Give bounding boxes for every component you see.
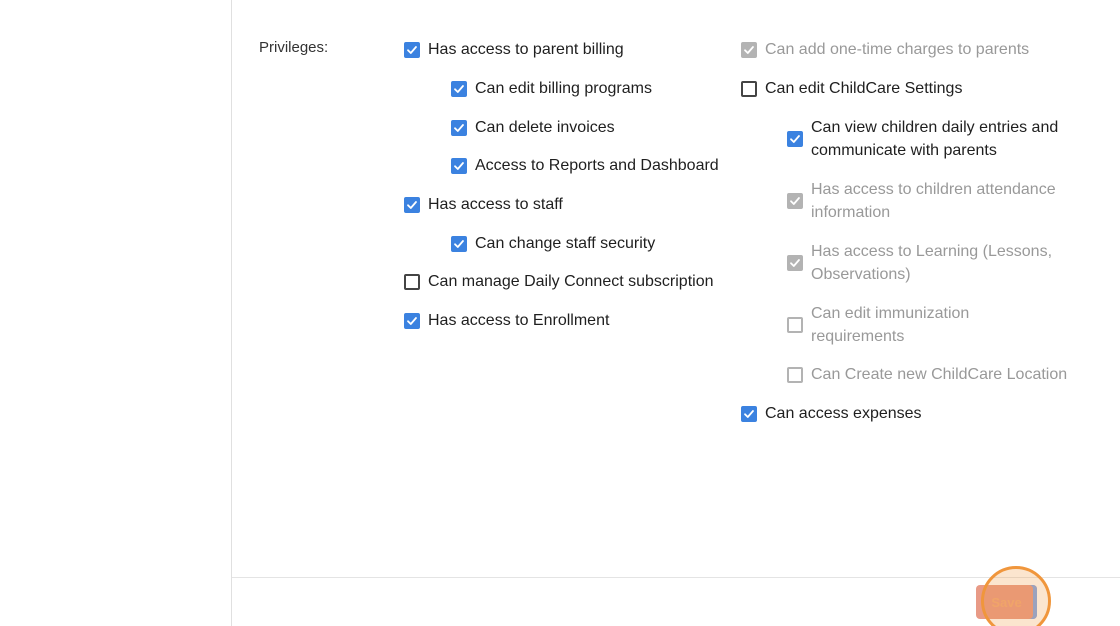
privilege-children-attendance[interactable]: Has access to children attendance informa… (787, 178, 1056, 224)
privilege-can-edit-billing-programs[interactable]: Can edit billing programs (451, 77, 652, 100)
checkbox[interactable] (787, 317, 803, 333)
privilege-has-access-parent-billing[interactable]: Has access to parent billing (404, 38, 624, 61)
privilege-label: Has access to staff (428, 196, 563, 213)
privilege-label: Can add one-time charges to parents (765, 41, 1030, 58)
privileges-label: Privileges: (259, 39, 329, 56)
footer-divider (232, 577, 1120, 578)
privilege-access-reports-dashboard[interactable]: Access to Reports and Dashboard (451, 154, 719, 177)
privilege-access-expenses[interactable]: Can access expenses (741, 402, 922, 425)
checkbox[interactable] (451, 119, 467, 136)
privilege-view-children-daily-entries[interactable]: Can view children daily entries and commu… (787, 116, 1058, 162)
privilege-label: Can manage Daily Connect subscription (428, 273, 714, 290)
privilege-has-access-enrollment[interactable]: Has access to Enrollment (404, 309, 609, 332)
privilege-label: Can edit immunization requirements (811, 305, 970, 345)
privilege-label: Access to Reports and Dashboard (475, 157, 719, 174)
privilege-label: Has access to Enrollment (428, 312, 610, 329)
privilege-access-learning[interactable]: Has access to Learning (Lessons, Observat… (787, 240, 1052, 286)
privilege-label: Can Create new ChildCare Location (811, 366, 1068, 383)
privilege-add-one-time-charges[interactable]: Can add one-time charges to parents (741, 38, 1029, 61)
checkbox[interactable] (787, 366, 803, 383)
save-button-label: Save (991, 594, 1022, 610)
privilege-label: Can view children daily entries and commu… (811, 119, 1059, 159)
checkbox[interactable] (787, 255, 803, 271)
checkbox[interactable] (404, 273, 420, 290)
checkbox[interactable] (451, 235, 467, 252)
privilege-label: Can access expenses (765, 405, 922, 422)
privilege-can-change-staff-security[interactable]: Can change staff security (451, 232, 655, 255)
checkbox[interactable] (404, 41, 420, 58)
privilege-edit-childcare-settings[interactable]: Can edit ChildCare Settings (741, 77, 962, 100)
privilege-manage-daily-connect-subscription[interactable]: Can manage Daily Connect subscription (404, 270, 713, 293)
privilege-label: Can delete invoices (475, 119, 615, 136)
left-panel (0, 0, 232, 626)
settings-page: Privileges: Has access to parent billing… (0, 0, 1120, 626)
privilege-label: Can change staff security (475, 235, 656, 252)
checkbox[interactable] (404, 312, 420, 329)
checkbox[interactable] (741, 405, 757, 422)
checkbox[interactable] (787, 193, 803, 209)
checkbox[interactable] (451, 157, 467, 174)
privilege-label: Can edit ChildCare Settings (765, 80, 963, 97)
checkbox[interactable] (741, 41, 757, 58)
checkbox[interactable] (451, 80, 467, 97)
privilege-edit-immunization-requirements[interactable]: Can edit immunization requirements (787, 302, 969, 348)
checkbox[interactable] (404, 196, 420, 213)
privilege-label: Has access to Learning (Lessons, Observat… (811, 243, 1053, 283)
privilege-label: Has access to parent billing (428, 41, 624, 58)
checkbox[interactable] (787, 131, 803, 147)
privilege-label: Has access to children attendance informa… (811, 181, 1056, 221)
privilege-create-childcare-location[interactable]: Can Create new ChildCare Location (787, 363, 1067, 386)
checkbox[interactable] (741, 80, 757, 97)
privilege-label: Can edit billing programs (475, 80, 652, 97)
save-button[interactable]: Save (976, 585, 1037, 619)
privilege-has-access-staff[interactable]: Has access to staff (404, 193, 563, 216)
privilege-can-delete-invoices[interactable]: Can delete invoices (451, 116, 615, 139)
